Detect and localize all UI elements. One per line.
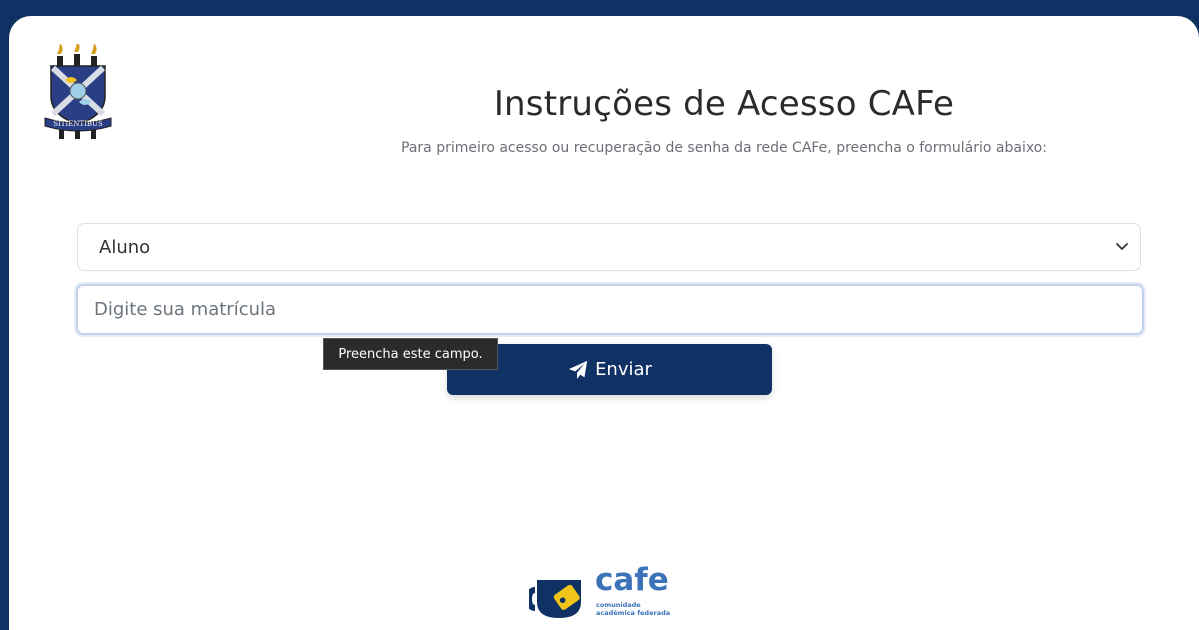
submit-button-label: Enviar bbox=[595, 359, 652, 380]
page-subtitle: Para primeiro acesso ou recuperação de s… bbox=[401, 140, 1047, 156]
registration-input[interactable]: Digite sua matrícula bbox=[76, 284, 1144, 335]
user-type-selected-value: Aluno bbox=[99, 236, 151, 258]
cafe-logo-line1: comunidade bbox=[596, 601, 641, 609]
main-card: SITIENTIBUS Instruções de Acesso CAFe Pa… bbox=[9, 16, 1199, 630]
cafe-cup-icon bbox=[529, 580, 581, 618]
user-type-select[interactable]: Aluno bbox=[77, 223, 1141, 271]
chevron-down-icon bbox=[1116, 243, 1128, 250]
cafe-logo-word: cafe bbox=[595, 562, 669, 598]
validation-tooltip: Preencha este campo. bbox=[323, 338, 498, 370]
page-title: Instruções de Acesso CAFe bbox=[493, 84, 955, 124]
cafe-logo: cafe comunidade acadêmica federada bbox=[529, 562, 689, 624]
registration-input-placeholder: Digite sua matrícula bbox=[94, 299, 277, 320]
cafe-logo-line2: acadêmica federada bbox=[596, 609, 671, 617]
paper-plane-icon bbox=[568, 360, 588, 379]
